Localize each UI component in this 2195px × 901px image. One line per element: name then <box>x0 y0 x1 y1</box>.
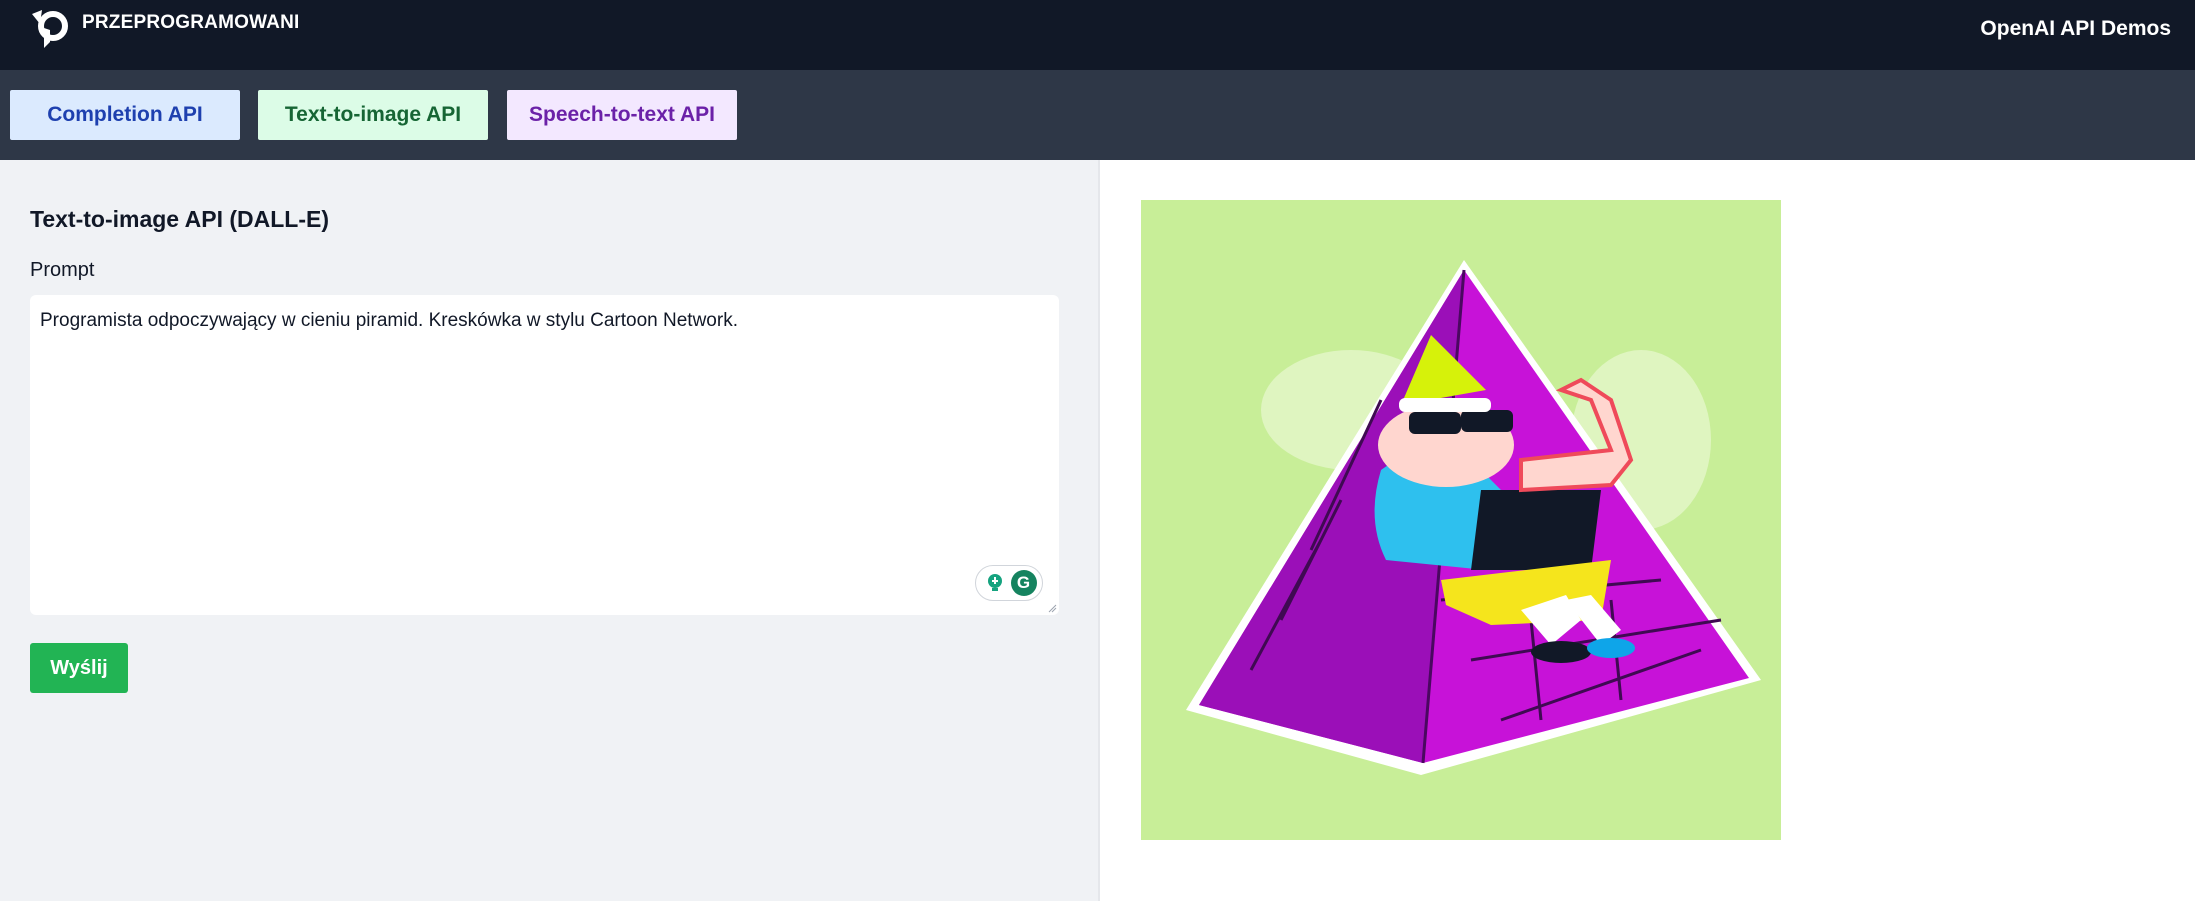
resize-handle-icon[interactable] <box>1047 603 1057 613</box>
prompt-textarea[interactable]: Programista odpoczywający w cieniu piram… <box>30 295 1059 615</box>
prompt-panel: Text-to-image API (DALL-E) Prompt Progra… <box>0 160 1100 901</box>
submit-button[interactable]: Wyślij <box>30 643 128 693</box>
tab-speech-to-text-api[interactable]: Speech-to-text API <box>507 90 737 140</box>
brand-name: PRZEPROGRAMOWANI <box>82 12 300 33</box>
writing-assistant-widget[interactable]: G <box>975 565 1043 601</box>
przeprogramowani-logo-icon <box>32 10 68 48</box>
tab-completion-api[interactable]: Completion API <box>10 90 240 140</box>
generated-image <box>1141 200 1781 840</box>
grammarly-icon[interactable]: G <box>1010 570 1037 596</box>
app-title: OpenAI API Demos <box>1980 17 2171 40</box>
tab-text-to-image-api[interactable]: Text-to-image API <box>258 90 488 140</box>
brand-logo[interactable]: PRZEPROGRAMOWANI <box>28 8 299 52</box>
prompt-label: Prompt <box>30 259 95 281</box>
api-tabs: Completion API Text-to-image API Speech-… <box>0 70 2195 160</box>
lightbulb-icon[interactable] <box>981 570 1008 596</box>
result-panel <box>1102 160 2195 901</box>
prompt-box: Programista odpoczywający w cieniu piram… <box>30 295 1059 615</box>
top-navbar: PRZEPROGRAMOWANI OpenAI API Demos <box>0 0 2195 70</box>
section-title: Text-to-image API (DALL-E) <box>30 206 329 232</box>
